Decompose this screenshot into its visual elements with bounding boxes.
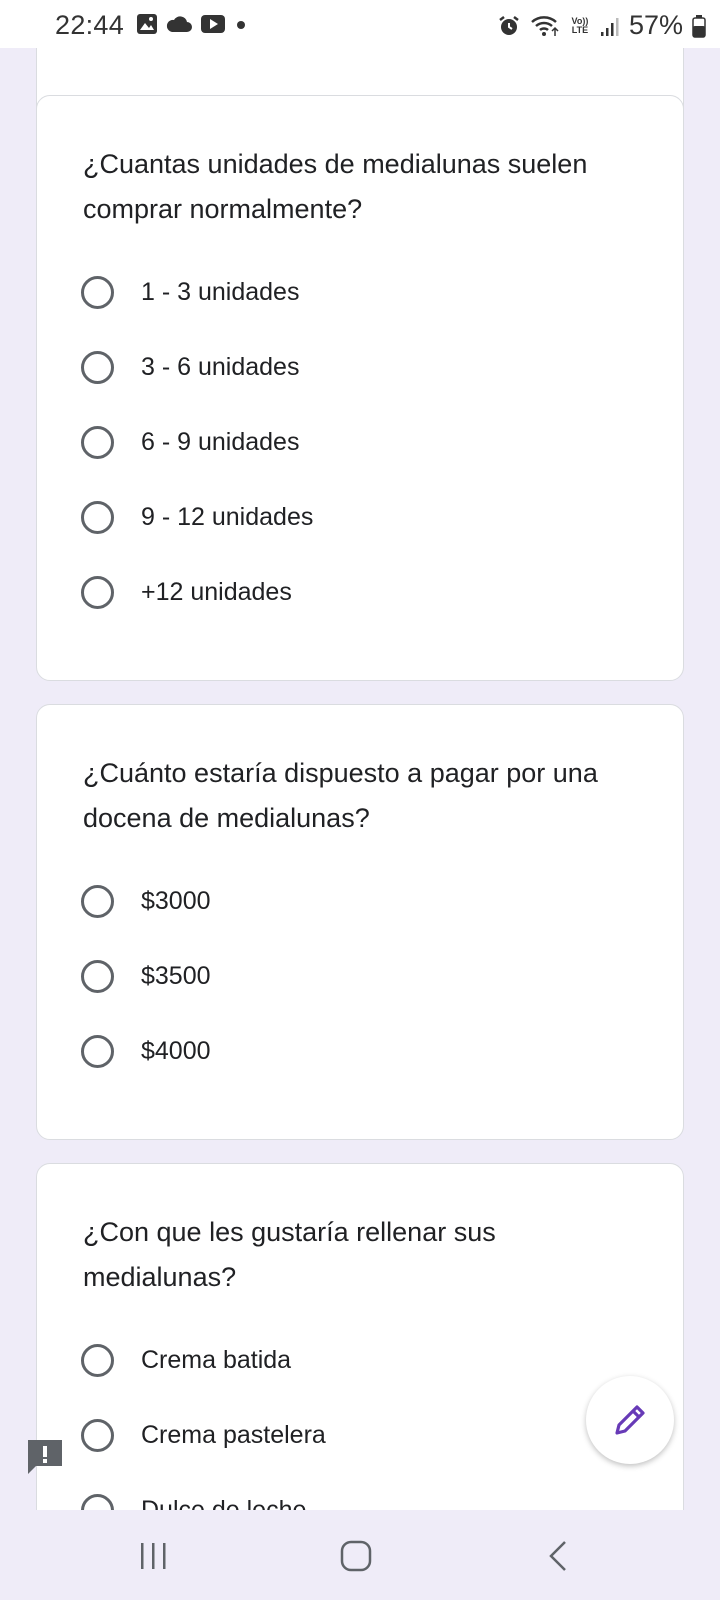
back-icon [549, 1541, 566, 1571]
radio-button[interactable] [81, 884, 114, 918]
radio-button[interactable] [81, 350, 114, 384]
pencil-icon [615, 1405, 645, 1435]
question-card-units: ¿Cuantas unidades de medialunas suelen c… [36, 95, 684, 681]
status-bar: 22:44 Vo)) LTE 57% [0, 0, 720, 48]
option-label: $3000 [141, 886, 211, 915]
option-label: Dulce de leche [141, 1495, 307, 1511]
youtube-icon [201, 15, 225, 33]
radio-button[interactable] [81, 425, 114, 459]
option-label: 6 - 9 unidades [141, 427, 300, 456]
option-label: 9 - 12 unidades [141, 502, 314, 531]
radio-button[interactable] [81, 1493, 114, 1510]
notification-icons [136, 13, 248, 35]
report-feedback-icon [28, 1440, 62, 1474]
radio-option[interactable]: 1 - 3 unidades [81, 270, 299, 314]
question-title: ¿Con que les gustaría rellenar sus media… [83, 1217, 496, 1292]
question-title: ¿Cuánto estaría dispuesto a pagar por un… [83, 758, 598, 833]
cloud-icon [166, 16, 192, 32]
recent-apps-button[interactable] [134, 1536, 174, 1576]
battery-percent: 57% [628, 10, 683, 40]
radio-button[interactable] [81, 275, 114, 309]
radio-button[interactable] [81, 500, 114, 534]
radio-option[interactable]: 6 - 9 unidades [81, 420, 299, 464]
option-label: 1 - 3 unidades [141, 277, 300, 306]
wifi-icon [531, 15, 559, 36]
radio-option[interactable]: $3000 [81, 879, 211, 923]
option-label: Crema batida [141, 1345, 292, 1374]
radio-button[interactable] [81, 1418, 114, 1452]
signal-icon [600, 17, 619, 36]
question-title: ¿Cuantas unidades de medialunas suelen c… [83, 149, 588, 224]
option-label: 3 - 6 unidades [141, 352, 300, 381]
question-card-price: ¿Cuánto estaría dispuesto a pagar por un… [36, 704, 684, 1140]
radio-option[interactable]: 3 - 6 unidades [81, 345, 299, 389]
radio-button[interactable] [81, 959, 114, 993]
radio-option[interactable]: Crema pastelera [81, 1413, 326, 1457]
alarm-icon [499, 15, 519, 35]
option-label: +12 unidades [141, 577, 292, 606]
battery-icon [692, 14, 706, 38]
dot-icon [237, 21, 245, 29]
navigation-bar [0, 1510, 720, 1600]
gallery-icon [137, 14, 157, 34]
option-label: Crema pastelera [141, 1420, 326, 1449]
report-feedback-button[interactable] [26, 1438, 64, 1476]
form-scroll-area[interactable]: ¿Cuantas unidades de medialunas suelen c… [0, 48, 720, 1510]
edit-fab-button[interactable] [586, 1376, 674, 1464]
radio-option[interactable]: +12 unidades [81, 570, 292, 614]
back-button[interactable] [539, 1536, 579, 1576]
radio-option[interactable]: $4000 [81, 1029, 211, 1073]
radio-option[interactable]: $3500 [81, 954, 211, 998]
radio-button[interactable] [81, 1034, 114, 1068]
option-label: $3500 [141, 961, 211, 990]
recent-apps-icon [141, 1543, 166, 1569]
system-indicators: Vo)) LTE 57% [497, 10, 706, 41]
radio-option[interactable]: Crema batida [81, 1338, 291, 1382]
radio-option[interactable]: Dulce de leche [81, 1488, 306, 1510]
home-icon [340, 1540, 372, 1572]
question-card-filling: ¿Con que les gustaría rellenar sus media… [36, 1163, 684, 1510]
home-button[interactable] [336, 1536, 376, 1576]
radio-option[interactable]: 9 - 12 unidades [81, 495, 313, 539]
radio-button[interactable] [81, 1343, 114, 1377]
volte-icon: Vo)) LTE [571, 15, 589, 35]
option-label: $4000 [141, 1036, 211, 1065]
radio-button[interactable] [81, 575, 114, 609]
status-time: 22:44 [55, 10, 125, 40]
